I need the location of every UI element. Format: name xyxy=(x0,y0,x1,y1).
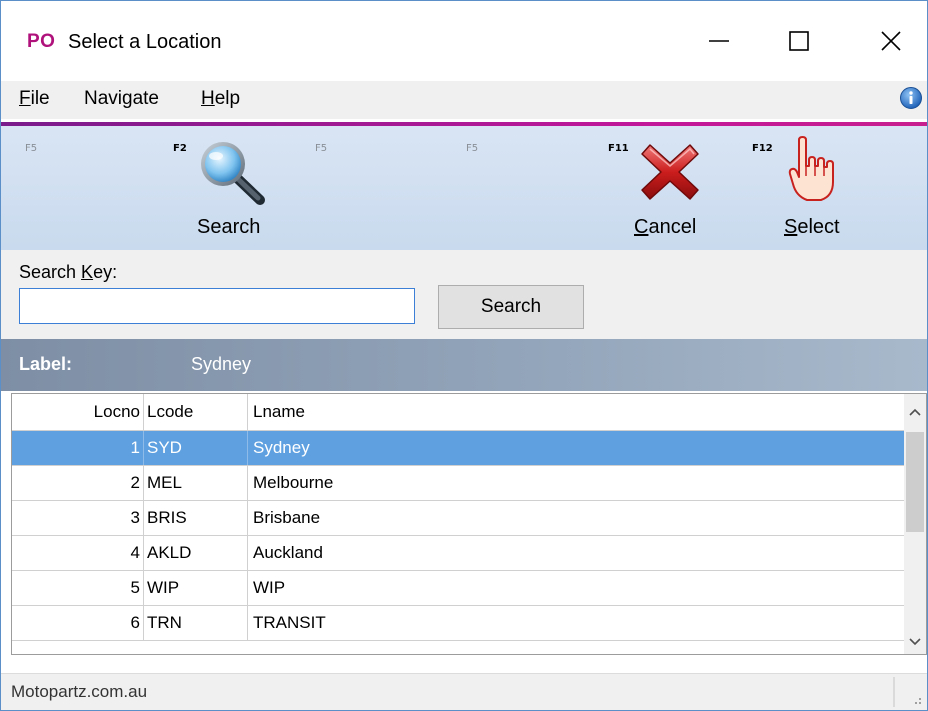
cell-lname: Melbourne xyxy=(253,473,334,492)
cell-locno: 4 xyxy=(12,536,144,570)
scroll-thumb[interactable] xyxy=(906,432,924,532)
cell-locno: 5 xyxy=(12,571,144,605)
label-key: Label: xyxy=(19,354,73,374)
menu-help[interactable]: Help xyxy=(201,88,240,110)
search-key-label: Search Key: xyxy=(19,262,118,282)
info-icon[interactable] xyxy=(899,86,923,110)
resize-grip-icon[interactable] xyxy=(909,692,923,706)
pointing-hand-icon xyxy=(788,136,834,201)
fkey-label: F5 xyxy=(25,143,38,154)
table-row[interactable]: 2 MEL Melbourne xyxy=(12,466,904,501)
cell-lname: WIP xyxy=(253,578,286,597)
minimize-icon xyxy=(709,40,729,42)
cell-lcode: WIP xyxy=(144,571,248,605)
chevron-down-icon xyxy=(909,638,921,646)
table-row[interactable]: 3 BRIS Brisbane xyxy=(12,501,904,536)
menu-bar: File Navigate Help xyxy=(1,81,927,119)
fkey-label: F12 xyxy=(752,143,773,154)
cell-lcode: TRN xyxy=(144,606,248,640)
label-value: Sydney xyxy=(191,354,252,374)
close-icon xyxy=(881,31,901,51)
cell-lcode: AKLD xyxy=(144,536,248,570)
fkey-label: F5 xyxy=(466,143,479,154)
grid-body: 1 SYD Sydney 2 MEL Melbourne 3 BRIS Bris… xyxy=(12,431,904,641)
window-title: Select a Location xyxy=(68,31,222,53)
cell-locno: 3 xyxy=(12,501,144,535)
table-row[interactable]: 6 TRN TRANSIT xyxy=(12,606,904,641)
table-row[interactable]: 5 WIP WIP xyxy=(12,571,904,606)
magnifier-icon xyxy=(201,142,265,205)
fkey-label: F11 xyxy=(608,143,629,154)
cell-lname: TRANSIT xyxy=(253,613,326,632)
scroll-down-button[interactable] xyxy=(904,630,926,654)
column-header-lcode[interactable]: Lcode xyxy=(144,394,248,430)
chevron-up-icon xyxy=(909,408,921,416)
menu-file[interactable]: File xyxy=(19,88,50,110)
fkey-label: F5 xyxy=(315,143,328,154)
cell-lcode: MEL xyxy=(144,466,248,500)
status-divider xyxy=(893,677,895,707)
select-location-window: PO Select a Location File Navigate Help … xyxy=(0,0,928,711)
vertical-scrollbar[interactable] xyxy=(904,394,926,654)
search-key-input[interactable] xyxy=(19,288,415,324)
cell-locno: 6 xyxy=(12,606,144,640)
cell-lcode: BRIS xyxy=(144,501,248,535)
maximize-icon xyxy=(789,31,809,51)
maximize-button[interactable] xyxy=(769,19,829,63)
cell-locno: 1 xyxy=(12,431,144,465)
search-button[interactable]: Search xyxy=(438,285,584,329)
menu-navigate[interactable]: Navigate xyxy=(84,88,159,110)
table-row[interactable]: 1 SYD Sydney xyxy=(12,431,904,466)
search-area: Search Key: Search xyxy=(1,250,927,339)
search-toolbar-label: Search xyxy=(197,216,261,238)
label-strip: Label: Sydney xyxy=(1,339,927,391)
table-row[interactable]: 4 AKLD Auckland xyxy=(12,536,904,571)
grid-header: Locno Lcode Lname xyxy=(12,394,904,431)
cell-lname: Brisbane xyxy=(253,508,321,527)
app-logo: PO xyxy=(27,31,56,52)
fkey-label: F2 xyxy=(173,143,187,154)
cell-lname: Auckland xyxy=(253,543,323,562)
close-button[interactable] xyxy=(861,19,921,63)
red-x-icon xyxy=(641,144,699,200)
cell-lname: Sydney xyxy=(253,438,310,457)
scroll-up-button[interactable] xyxy=(904,400,926,424)
cancel-toolbar-label: Cancel xyxy=(634,216,697,238)
locations-grid: Locno Lcode Lname 1 SYD Sydney 2 MEL Mel… xyxy=(11,393,927,655)
column-header-locno[interactable]: Locno xyxy=(12,394,144,430)
status-text: Motopartz.com.au xyxy=(11,682,148,701)
minimize-button[interactable] xyxy=(689,19,749,63)
select-toolbar-label: Select xyxy=(784,216,840,238)
column-header-lname[interactable]: Lname xyxy=(248,394,904,430)
cell-locno: 2 xyxy=(12,466,144,500)
toolbar: F5 F2 Search F5 F5 F11 Cancel F12 Select xyxy=(1,126,927,250)
title-bar[interactable]: PO Select a Location xyxy=(1,1,927,81)
cell-lcode: SYD xyxy=(144,431,248,465)
status-bar: Motopartz.com.au xyxy=(1,673,927,710)
